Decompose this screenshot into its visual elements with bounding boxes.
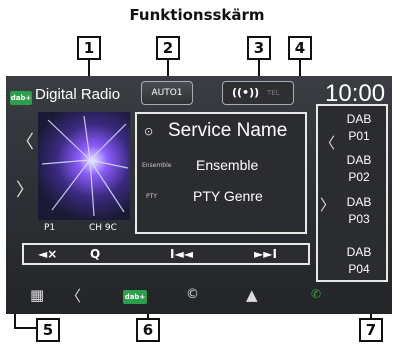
navigation-arrow-icon[interactable]: ▲ [246, 286, 258, 304]
service-name: Service Name [168, 120, 288, 141]
status-indicator: ((•)) TEL [222, 81, 294, 105]
auto-seek-button[interactable]: AUTO1 [141, 81, 193, 105]
callout-2: 2 [156, 36, 180, 60]
dab-bottom-logo[interactable]: dab+ [123, 290, 147, 304]
c-icon[interactable]: © [186, 287, 199, 302]
current-preset: P1 [44, 223, 56, 233]
ensemble-label: Ensemble [142, 162, 172, 169]
antenna-icon: ((•)) [232, 86, 260, 99]
callout-7: 7 [359, 318, 383, 342]
callout-6: 6 [136, 318, 160, 342]
grid-icon[interactable]: ▦ [30, 286, 44, 304]
service-icon: ⊙ [144, 125, 154, 138]
preset-3-num[interactable]: P03 [338, 212, 380, 226]
search-button[interactable]: Q [90, 247, 100, 261]
chevron-right-icon[interactable]: 〉 [16, 176, 34, 202]
preset-4-num[interactable]: P04 [338, 262, 380, 276]
callout-3: 3 [247, 36, 271, 60]
chevron-left-icon[interactable]: 〈 [66, 285, 81, 306]
preset-chevron-right-icon[interactable]: 〉 [320, 194, 335, 215]
source-label: Digital Radio [35, 86, 121, 103]
preset-4-band[interactable]: DAB [338, 245, 380, 259]
preset-1-band[interactable]: DAB [338, 112, 380, 126]
current-channel: CH 9C [89, 223, 117, 233]
page-caption: Funktionsskärm [129, 6, 265, 24]
pty-label: PTY [146, 193, 157, 200]
mute-button[interactable]: ◄× [38, 247, 57, 261]
tel-indicator: TEL [267, 89, 280, 97]
preset-2-num[interactable]: P02 [338, 170, 380, 184]
callout-line-5b [14, 327, 36, 329]
phone-icon[interactable]: ✆ [311, 287, 321, 301]
callout-4: 4 [288, 36, 312, 60]
dab-logo: dab+ [10, 91, 32, 105]
next-button[interactable]: ►►I [254, 247, 277, 261]
previous-button[interactable]: I◄◄ [170, 247, 193, 261]
preset-chevron-left-icon[interactable]: 〈 [320, 132, 335, 153]
pty-genre-value: PTY Genre [193, 188, 263, 204]
album-art-rays [41, 115, 129, 217]
preset-2-band[interactable]: DAB [338, 153, 380, 167]
chevron-left-icon[interactable]: 〈 [16, 128, 34, 154]
ensemble-value: Ensemble [196, 157, 259, 173]
callout-1: 1 [77, 36, 101, 60]
preset-1-num[interactable]: P01 [338, 129, 380, 143]
preset-3-band[interactable]: DAB [338, 195, 380, 209]
control-strip: ◄× Q I◄◄ ►►I [22, 243, 310, 265]
callout-5: 5 [36, 318, 60, 342]
